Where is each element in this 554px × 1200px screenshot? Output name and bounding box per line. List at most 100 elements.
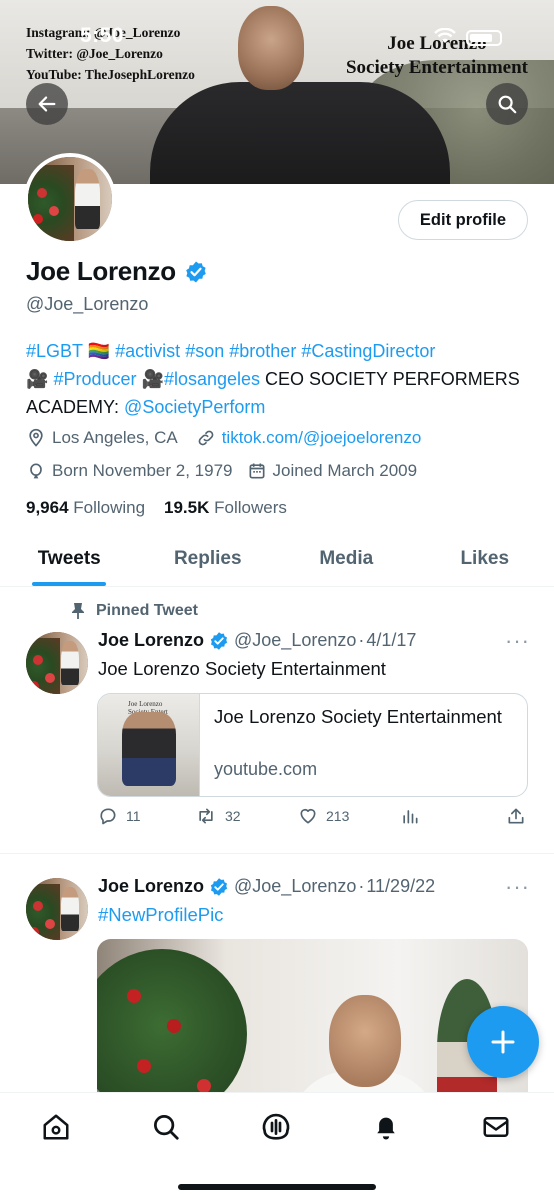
reply-icon	[100, 808, 116, 825]
nav-messages-button[interactable]	[479, 1110, 513, 1144]
banner-title-line2: Society Entertainment	[345, 57, 528, 78]
rainbow-flag-emoji: 🏳️‍🌈	[87, 341, 111, 361]
tweet-header: Joe Lorenzo @Joe_Lorenzo · 11/29/22	[98, 876, 435, 897]
hashtag-son[interactable]: #son	[185, 341, 224, 361]
thumbnail-caption-line1: Joe Lorenzo	[128, 700, 163, 708]
profile-name: Joe Lorenzo	[26, 256, 176, 286]
tweet-text: Joe Lorenzo Society Entertainment	[98, 658, 386, 679]
verified-badge-icon	[210, 631, 228, 650]
tweet-more-button[interactable]: ···	[505, 628, 530, 654]
tab-likes[interactable]: Likes	[416, 535, 554, 586]
calendar-icon	[249, 463, 264, 479]
back-button[interactable]	[26, 83, 68, 125]
profile-joined: Joined March 2009	[272, 461, 418, 480]
profile-tabs: Tweets Replies Media Likes	[0, 535, 554, 587]
like-button[interactable]: 213	[298, 806, 349, 826]
link-card-thumbnail: Joe Lorenzo Society Entert	[98, 694, 200, 796]
share-button[interactable]	[506, 806, 534, 826]
profile-bio: #LGBT 🏳️‍🌈 #activist #son #brother #Cast…	[26, 337, 526, 421]
hashtag-lgbt[interactable]: #LGBT	[26, 341, 83, 361]
following-link[interactable]: 9,964 Following	[26, 498, 145, 517]
hashtag-castingdirector[interactable]: #CastingDirector	[301, 341, 435, 361]
profile-name-row: Joe Lorenzo	[26, 256, 208, 287]
back-arrow-icon	[38, 96, 56, 112]
profile-meta-row-1: Los Angeles, CA tiktok.com/@joejoelorenz…	[26, 428, 421, 448]
pin-icon	[72, 603, 84, 619]
nav-notifications-button[interactable]	[369, 1110, 403, 1144]
reply-button[interactable]: 11	[98, 806, 141, 826]
banner-youtube-text: YouTube: TheJosephLorenzo	[26, 67, 195, 82]
avatar-christmas-tree	[26, 638, 61, 694]
tweet-actions: 11 32 213	[98, 806, 528, 830]
avatar-person	[60, 640, 80, 686]
following-label: Following	[73, 498, 146, 517]
hashtag-activist[interactable]: #activist	[115, 341, 180, 361]
mention-societyperform[interactable]: @SocietyPerform	[124, 397, 265, 417]
tweet-separator: ·	[358, 876, 365, 896]
retweet-icon	[199, 808, 213, 824]
notifications-icon	[377, 1117, 395, 1140]
pinned-indicator: Pinned Tweet	[70, 602, 198, 620]
search-button[interactable]	[486, 83, 528, 125]
verified-badge-icon[interactable]	[184, 260, 208, 284]
hashtag-newprofilepic[interactable]: #NewProfilePic	[98, 904, 223, 925]
avatar-person	[60, 886, 80, 932]
battery-icon	[466, 30, 502, 46]
link-card[interactable]: Joe Lorenzo Society Entert Joe Lorenzo S…	[97, 693, 528, 797]
profile-avatar[interactable]	[24, 153, 116, 245]
following-count: 9,964	[26, 498, 69, 517]
tab-replies[interactable]: Replies	[139, 535, 278, 586]
retweet-count: 32	[225, 808, 241, 824]
share-icon	[508, 808, 524, 824]
tweet-author-handle[interactable]: @Joe_Lorenzo	[234, 630, 356, 651]
thumbnail-person	[122, 712, 176, 786]
tweet-author-handle[interactable]: @Joe_Lorenzo	[234, 876, 356, 897]
profile-meta-row-2: Born November 2, 1979 Joined March 2009	[26, 461, 417, 481]
hashtag-losangeles[interactable]: #losangeles	[164, 369, 260, 389]
hashtag-brother[interactable]: #brother	[229, 341, 296, 361]
tab-media[interactable]: Media	[277, 535, 416, 586]
tweet-author-name[interactable]: Joe Lorenzo	[98, 876, 204, 897]
spaces-icon	[262, 1113, 290, 1140]
followers-count: 19.5K	[164, 498, 210, 517]
hashtag-producer[interactable]: #Producer	[53, 369, 136, 389]
nav-explore-button[interactable]	[149, 1110, 183, 1144]
profile-birthday: Born November 2, 1979	[52, 461, 233, 480]
wifi-icon	[434, 28, 456, 43]
retweet-button[interactable]: 32	[195, 806, 241, 826]
tweet-author-name[interactable]: Joe Lorenzo	[98, 630, 204, 651]
avatar-person	[75, 168, 101, 230]
home-icon	[43, 1114, 69, 1140]
follow-counts: 9,964 Following 19.5K Followers	[26, 498, 287, 518]
search-icon	[498, 95, 517, 114]
tweet-avatar[interactable]	[26, 632, 88, 694]
movie-camera-emoji: 🎥	[141, 369, 164, 389]
analytics-button[interactable]	[400, 806, 428, 826]
avatar-christmas-tree	[28, 165, 75, 241]
link-icon	[198, 430, 214, 446]
banner-person-body	[150, 82, 450, 184]
tweet-text: #NewProfilePic	[98, 904, 223, 926]
edit-profile-button[interactable]: Edit profile	[398, 200, 528, 240]
tweet-avatar[interactable]	[26, 878, 88, 940]
nav-spaces-button[interactable]	[259, 1110, 293, 1144]
balloon-icon	[30, 463, 42, 479]
status-time: 5:50	[80, 24, 125, 47]
tweet-date[interactable]: 4/1/17	[366, 630, 416, 651]
profile-website-link[interactable]: tiktok.com/@joejoelorenzo	[222, 428, 422, 448]
profile-location: Los Angeles, CA	[52, 428, 178, 447]
movie-camera-emoji: 🎥	[26, 369, 49, 389]
compose-tweet-button[interactable]	[467, 1006, 539, 1078]
tab-tweets[interactable]: Tweets	[0, 535, 139, 586]
home-indicator[interactable]	[178, 1184, 376, 1190]
profile-handle: @Joe_Lorenzo	[26, 294, 149, 314]
followers-link[interactable]: 19.5K Followers	[164, 498, 287, 517]
pinned-label: Pinned Tweet	[96, 602, 198, 619]
analytics-icon	[403, 810, 418, 824]
location-pin-icon	[29, 428, 43, 447]
tweet-more-button[interactable]: ···	[505, 874, 530, 900]
photo-person-face	[329, 995, 401, 1087]
tweet-date[interactable]: 11/29/22	[366, 876, 435, 897]
nav-home-button[interactable]	[39, 1110, 73, 1144]
banner-person-head	[238, 6, 304, 90]
